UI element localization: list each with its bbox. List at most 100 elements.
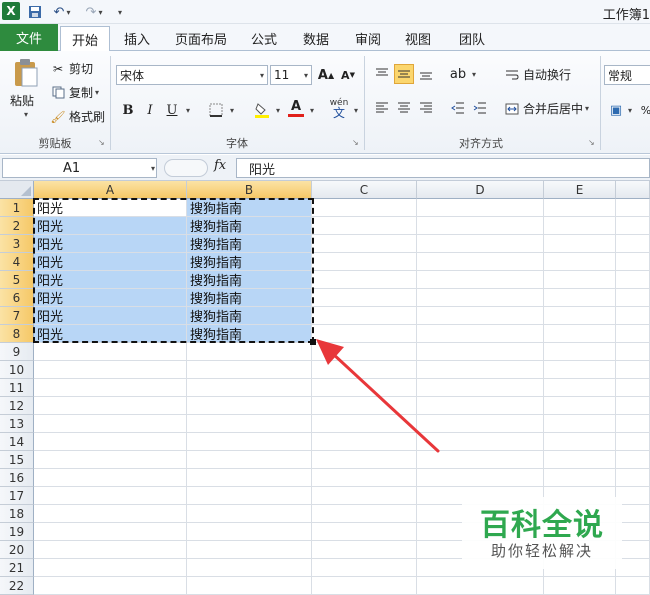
italic-button[interactable]: I xyxy=(140,100,160,120)
cell[interactable] xyxy=(34,541,187,559)
align-center-button[interactable] xyxy=(394,98,414,118)
cell[interactable]: 搜狗指南 xyxy=(187,253,312,271)
cell[interactable] xyxy=(616,271,650,289)
cell[interactable] xyxy=(544,271,616,289)
row-header[interactable]: 2 xyxy=(0,217,34,235)
cell[interactable] xyxy=(187,433,312,451)
cell[interactable] xyxy=(187,523,312,541)
cell[interactable]: 阳光 xyxy=(34,253,187,271)
align-right-button[interactable] xyxy=(416,98,436,118)
cell[interactable]: 阳光 xyxy=(34,325,187,343)
phonetic-button[interactable]: wén 文 xyxy=(326,98,352,120)
row-header[interactable]: 21 xyxy=(0,559,34,577)
font-color-dropdown-icon[interactable]: ▾ xyxy=(310,106,314,115)
phonetic-dropdown-icon[interactable]: ▾ xyxy=(354,106,358,115)
row-header[interactable]: 17 xyxy=(0,487,34,505)
row-header[interactable]: 11 xyxy=(0,379,34,397)
cell[interactable] xyxy=(312,541,417,559)
underline-dropdown-icon[interactable]: ▾ xyxy=(186,106,190,115)
cell[interactable] xyxy=(312,523,417,541)
cell[interactable] xyxy=(34,415,187,433)
cut-button[interactable]: ✂ 剪切 xyxy=(50,60,93,77)
cell[interactable] xyxy=(34,343,187,361)
cell[interactable] xyxy=(616,361,650,379)
column-header-e[interactable]: E xyxy=(544,181,616,199)
column-header-f[interactable] xyxy=(616,181,650,199)
cell[interactable] xyxy=(616,577,650,595)
accounting-format-button[interactable]: ▣ xyxy=(606,100,626,120)
cell[interactable] xyxy=(616,217,650,235)
cell[interactable]: 阳光 xyxy=(34,289,187,307)
cell[interactable] xyxy=(187,577,312,595)
cell[interactable] xyxy=(544,217,616,235)
tab-insert[interactable]: 插入 xyxy=(114,26,160,51)
cell[interactable] xyxy=(616,451,650,469)
tab-page-layout[interactable]: 页面布局 xyxy=(166,26,236,51)
tab-formulas[interactable]: 公式 xyxy=(242,26,286,51)
cell[interactable] xyxy=(417,469,544,487)
cell[interactable] xyxy=(34,379,187,397)
cell[interactable] xyxy=(312,235,417,253)
cell[interactable] xyxy=(187,559,312,577)
excel-app-icon[interactable]: X xyxy=(2,2,20,20)
cell[interactable] xyxy=(544,235,616,253)
wrap-text-button[interactable]: 自动换行 xyxy=(504,66,571,83)
cell[interactable] xyxy=(417,253,544,271)
tab-data[interactable]: 数据 xyxy=(294,26,338,51)
cell[interactable] xyxy=(616,415,650,433)
cell[interactable] xyxy=(417,307,544,325)
formula-input[interactable]: 阳光 xyxy=(236,158,650,178)
cell[interactable] xyxy=(187,505,312,523)
column-header-b[interactable]: B xyxy=(187,181,312,199)
cell[interactable] xyxy=(417,235,544,253)
row-header[interactable]: 20 xyxy=(0,541,34,559)
name-box[interactable]: A1 ▾ xyxy=(2,158,157,178)
row-header[interactable]: 3 xyxy=(0,235,34,253)
cell[interactable] xyxy=(187,487,312,505)
cell[interactable] xyxy=(544,289,616,307)
cell[interactable] xyxy=(616,235,650,253)
font-color-button[interactable]: A xyxy=(286,98,306,118)
row-header[interactable]: 5 xyxy=(0,271,34,289)
cell[interactable] xyxy=(34,487,187,505)
shrink-font-button[interactable]: A ▼ xyxy=(338,65,358,85)
cell[interactable]: 阳光 xyxy=(34,217,187,235)
cell[interactable] xyxy=(544,253,616,271)
row-header[interactable]: 9 xyxy=(0,343,34,361)
cell[interactable] xyxy=(544,325,616,343)
cell[interactable] xyxy=(417,217,544,235)
cell[interactable] xyxy=(544,361,616,379)
row-header[interactable]: 13 xyxy=(0,415,34,433)
format-painter-button[interactable]: 🖌 格式刷 xyxy=(50,108,105,125)
cell[interactable] xyxy=(187,469,312,487)
font-name-select[interactable]: 宋体 ▾ xyxy=(116,65,268,85)
cell[interactable] xyxy=(544,307,616,325)
bold-button[interactable]: B xyxy=(118,100,138,120)
cell[interactable] xyxy=(417,199,544,217)
increase-indent-button[interactable] xyxy=(470,98,490,118)
cell[interactable] xyxy=(187,415,312,433)
cell[interactable]: 搜狗指南 xyxy=(187,307,312,325)
cell[interactable] xyxy=(312,469,417,487)
row-header[interactable]: 19 xyxy=(0,523,34,541)
cell[interactable] xyxy=(34,505,187,523)
cell[interactable] xyxy=(616,343,650,361)
cell[interactable] xyxy=(187,397,312,415)
cell[interactable] xyxy=(187,361,312,379)
row-header[interactable]: 16 xyxy=(0,469,34,487)
accounting-dropdown-icon[interactable]: ▾ xyxy=(628,106,632,115)
cell[interactable] xyxy=(312,199,417,217)
fill-color-button[interactable] xyxy=(252,100,272,120)
font-launcher-icon[interactable]: ↘ xyxy=(352,138,359,147)
cell[interactable] xyxy=(616,379,650,397)
cell[interactable] xyxy=(544,469,616,487)
cell[interactable] xyxy=(34,523,187,541)
cell[interactable]: 搜狗指南 xyxy=(187,199,312,217)
row-header[interactable]: 14 xyxy=(0,433,34,451)
cell[interactable] xyxy=(312,253,417,271)
row-header[interactable]: 7 xyxy=(0,307,34,325)
cell[interactable] xyxy=(616,469,650,487)
cell[interactable] xyxy=(312,307,417,325)
cell[interactable] xyxy=(616,307,650,325)
cell[interactable]: 搜狗指南 xyxy=(187,271,312,289)
